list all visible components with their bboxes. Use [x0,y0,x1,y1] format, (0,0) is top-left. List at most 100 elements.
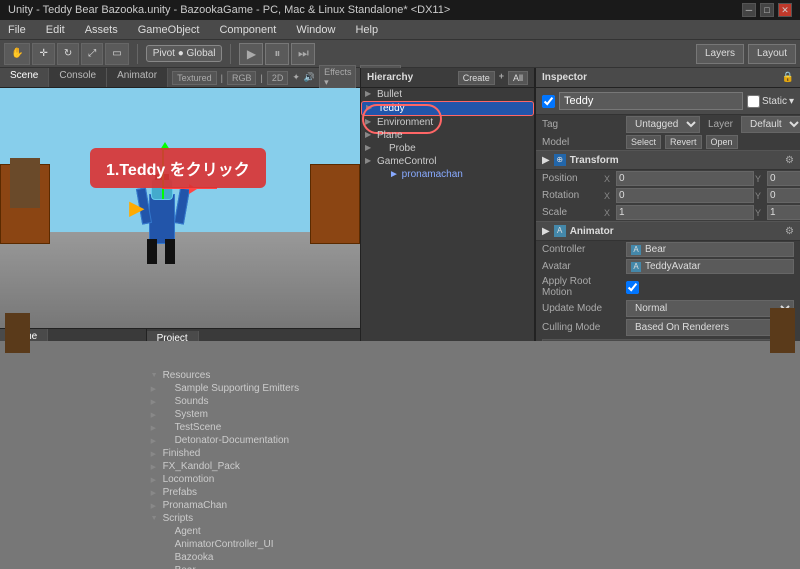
tree-detonator-doc[interactable]: Detonator-Documentation [147,434,360,447]
menu-edit[interactable]: Edit [42,22,69,38]
textured-btn[interactable]: Textured [172,71,217,85]
tree-system[interactable]: System [147,408,360,421]
static-check: Static ▾ [747,95,794,108]
scale-y-input[interactable] [767,205,800,220]
container-right [310,164,360,244]
scale-x-input[interactable] [616,205,754,220]
inspector-header: Inspector 🔒 [536,68,800,88]
global-label: Global [187,48,216,59]
tab-console[interactable]: Console [49,68,107,87]
avatar-icon: A [631,262,641,272]
tree-agent[interactable]: Agent [147,525,360,538]
revert-btn[interactable]: Revert [665,135,702,149]
step-button[interactable]: ⏭ [291,43,315,65]
object-name-field[interactable] [559,92,743,110]
play-button[interactable]: ▶ [239,43,263,65]
hierarchy-all-btn[interactable]: All [508,71,528,85]
tree-finished[interactable]: Finished [147,447,360,460]
transform-icon: ⊕ [554,154,566,166]
rot-y-input[interactable] [767,188,800,203]
menu-component[interactable]: Component [215,22,280,38]
move-tool[interactable]: ✛ [32,43,54,65]
tree-pronamachan[interactable]: PronamaChan [147,499,360,512]
rgb-btn[interactable]: RGB [227,71,257,85]
menu-assets[interactable]: Assets [81,22,122,38]
effects-btn[interactable]: Effects ▾ [319,65,356,90]
tab-animator[interactable]: Animator [107,68,168,87]
tool-buttons: ✋ ✛ ↻ ⤢ ▭ [4,43,129,65]
barrel-left [10,158,40,208]
pivot-label: Pivot [153,48,175,59]
minimize-button[interactable]: ─ [742,3,756,17]
pos-y-input[interactable] [767,171,800,186]
tree-sample-emitters[interactable]: Sample Supporting Emitters [147,382,360,395]
play-overlay: ▶ [129,196,144,221]
tree-locomotion[interactable]: Locomotion [147,473,360,486]
static-checkbox[interactable] [747,95,760,108]
animator-icon: A [554,225,566,237]
hierarchy-create-btn[interactable]: Create [458,71,495,85]
tree-bazooka[interactable]: Bazooka [147,551,360,564]
rotate-tool[interactable]: ↻ [57,43,79,65]
culling-mode-dropdown[interactable]: Based On Renderers [626,319,794,336]
menu-file[interactable]: File [4,22,30,38]
scale-fields: X Y Z [604,205,800,220]
tree-scripts[interactable]: Scripts [147,512,360,525]
tag-dropdown[interactable]: Untagged [626,116,700,133]
menu-window[interactable]: Window [292,22,339,38]
inspector-lock-icon[interactable]: 🔒 [782,72,794,83]
menu-gameobject[interactable]: GameObject [134,22,204,38]
update-mode-dropdown[interactable]: Normal [626,300,794,317]
open-btn[interactable]: Open [706,135,738,149]
layout-dropdown[interactable]: Layout [748,44,796,64]
h-item-teddy[interactable]: Teddy [361,101,534,116]
pivot-toggle[interactable]: Pivot ● Global [146,45,223,62]
tree-prefabs[interactable]: Prefabs [147,486,360,499]
update-mode-row: Update Mode Normal [536,299,800,318]
h-item-probe[interactable]: Probe [361,142,534,155]
pause-button[interactable]: ⏸ [265,43,289,65]
game-ground [0,341,800,569]
tree-fx-kandol[interactable]: FX_Kandol_Pack [147,460,360,473]
main-content: Scene Console Animator Textured | RGB | … [0,68,800,569]
hand-tool[interactable]: ✋ [4,43,30,65]
h-item-pronamachan[interactable]: ► pronamachan [361,168,534,181]
tree-bear[interactable]: Bear [147,564,360,569]
window-controls[interactable]: ─ □ ✕ [742,3,792,17]
tree-testscene[interactable]: TestScene [147,421,360,434]
layers-dropdown[interactable]: Layers [696,44,744,64]
h-item-gamecontrol[interactable]: GameControl [361,155,534,168]
tree-animator-ui[interactable]: AnimatorController_UI [147,538,360,551]
scale-tool[interactable]: ⤢ [81,43,103,65]
apply-root-motion-checkbox[interactable] [626,281,639,294]
rot-x-input[interactable] [616,188,754,203]
separator-1 [137,44,138,64]
char-arm-right [174,187,190,224]
tree-resources[interactable]: Resources [147,369,360,382]
game-obj1 [5,313,30,353]
game-panel: Game Free Aspect Maximize on Play Stats … [0,328,147,569]
select-btn[interactable]: Select [626,135,661,149]
maximize-button[interactable]: □ [760,3,774,17]
position-fields: X Y Z [604,171,800,186]
rect-tool[interactable]: ▭ [105,43,128,65]
animator-header[interactable]: ▶ A Animator ⚙ [536,221,800,241]
menu-help[interactable]: Help [351,22,382,38]
pos-x-input[interactable] [616,171,754,186]
tree-sounds[interactable]: Sounds [147,395,360,408]
scene-view[interactable]: ▶ 1.Teddy をクリック [0,88,360,328]
2d-btn[interactable]: 2D [267,71,289,85]
char-leg-left [147,239,157,264]
h-item-plane[interactable]: Plane [361,129,534,142]
h-item-environment[interactable]: Environment [361,116,534,129]
hierarchy-header: Hierarchy Create + All [361,68,534,88]
apply-root-motion-row: Apply Root Motion [536,275,800,299]
layer-dropdown[interactable]: Default [741,116,800,133]
h-item-bullet[interactable]: Bullet [361,88,534,101]
avatar-row: Avatar A TeddyAvatar [536,258,800,275]
close-button[interactable]: ✕ [778,3,792,17]
transform-header[interactable]: ▶ ⊕ Transform ⚙ [536,150,800,170]
ground-plane [0,232,360,328]
tab-scene[interactable]: Scene [0,68,49,87]
active-checkbox[interactable] [542,95,555,108]
